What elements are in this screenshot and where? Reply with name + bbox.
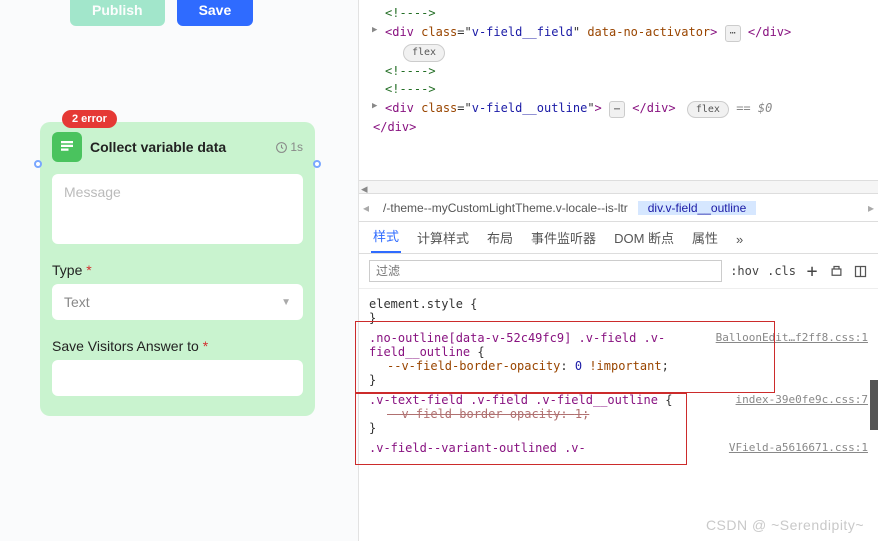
save-answer-label: Save Visitors Answer to xyxy=(52,338,199,354)
flex-chip-2[interactable]: flex xyxy=(687,101,729,119)
close-brace: } xyxy=(369,311,376,325)
dom-node-field[interactable]: <div class="v-field__field" data-no-acti… xyxy=(369,23,878,43)
save-label: Save xyxy=(199,2,232,18)
port-left[interactable] xyxy=(34,160,42,168)
rule1-prop[interactable]: --v-field-border-opacity xyxy=(387,359,560,373)
chevron-down-icon: ▼ xyxy=(281,297,291,308)
collect-data-icon xyxy=(52,132,82,162)
top-buttons: Publish Save xyxy=(0,0,358,32)
tab-properties[interactable]: 属性 xyxy=(690,222,720,253)
save-button[interactable]: Save xyxy=(177,0,254,26)
scrollbar-thumb[interactable] xyxy=(870,380,878,430)
hov-toggle[interactable]: :hov xyxy=(730,264,759,278)
tab-listeners[interactable]: 事件监听器 xyxy=(529,222,598,253)
publish-label: Publish xyxy=(92,2,143,18)
rule3-source[interactable]: VField-a5616671.css:1 xyxy=(729,441,868,454)
close-brace-3: } xyxy=(369,421,376,435)
rule1-source[interactable]: BalloonEdit…f2ff8.css:1 xyxy=(716,331,868,344)
device-panel-icon[interactable] xyxy=(852,263,868,279)
cls-toggle[interactable]: .cls xyxy=(767,264,796,278)
new-rule-icon[interactable]: + xyxy=(804,263,820,279)
horizontal-scrollbar[interactable]: ◂ xyxy=(359,180,878,194)
save-answer-label-row: Save Visitors Answer to * xyxy=(52,338,303,354)
type-label: Type xyxy=(52,262,82,278)
rule-variant-outlined[interactable]: VField-a5616671.css:1 .v-field--variant-… xyxy=(369,439,868,459)
dom-close-div: </div> xyxy=(373,120,416,134)
rule-no-outline[interactable]: BalloonEdit…f2ff8.css:1 .no-outline[data… xyxy=(369,329,868,391)
rule2-prop[interactable]: --v-field-border-opacity xyxy=(387,407,560,421)
crumb-parent[interactable]: /-theme--myCustomLightTheme.v-locale--is… xyxy=(373,201,638,215)
flex-chip[interactable]: flex xyxy=(403,44,445,62)
card-header: Collect variable data 1s xyxy=(52,132,303,162)
type-label-row: Type * xyxy=(52,262,303,278)
card-title: Collect variable data xyxy=(90,139,267,155)
styles-filter-row: :hov .cls + xyxy=(359,254,878,289)
ellipsis-chip-2[interactable]: ⋯ xyxy=(609,101,625,119)
element-style-block[interactable]: element.style { } xyxy=(369,295,868,329)
dom-comment: <!----> xyxy=(385,6,436,20)
rule2-source[interactable]: index-39e0fe9c.css:7 xyxy=(736,393,868,406)
required-mark: * xyxy=(86,262,91,278)
rule-text-field[interactable]: index-39e0fe9c.css:7 .v-text-field .v-fi… xyxy=(369,391,868,439)
required-mark-2: * xyxy=(203,338,208,354)
dom-node-outline[interactable]: <div class="v-field__outline"> ⋯ </div> … xyxy=(369,99,878,119)
devtools-panel: <!----> <div class="v-field__field" data… xyxy=(358,0,878,541)
node-card-wrap: 2 error Collect variable data 1s Message… xyxy=(40,122,315,416)
crumb-selected[interactable]: div.v-field__outline xyxy=(638,201,757,215)
crumb-right-icon[interactable]: ▸ xyxy=(864,201,878,215)
node-card[interactable]: Collect variable data 1s Message Type * … xyxy=(40,122,315,416)
type-value: Text xyxy=(64,294,90,310)
watermark: CSDN @ ~Serendipity~ xyxy=(706,517,864,533)
clock-icon xyxy=(275,141,288,154)
port-right[interactable] xyxy=(313,160,321,168)
publish-button[interactable]: Publish xyxy=(70,0,165,26)
scroll-left-icon[interactable]: ◂ xyxy=(361,181,368,197)
message-field[interactable]: Message xyxy=(52,174,303,244)
crumb-left-icon[interactable]: ◂ xyxy=(359,201,373,215)
save-answer-input[interactable] xyxy=(52,360,303,396)
tabs-more-icon[interactable]: » xyxy=(734,226,745,253)
breadcrumb[interactable]: ◂ /-theme--myCustomLightTheme.v-locale--… xyxy=(359,194,878,222)
tab-styles[interactable]: 样式 xyxy=(371,220,401,253)
print-media-icon[interactable] xyxy=(828,263,844,279)
filter-input[interactable] xyxy=(369,260,722,282)
timing-value: 1s xyxy=(290,140,303,154)
styles-tabs: 样式 计算样式 布局 事件监听器 DOM 断点 属性 » xyxy=(359,222,878,254)
rule3-sel: .v-field--variant-outlined .v- xyxy=(369,441,586,455)
editor-canvas: Publish Save 2 error Collect variable da… xyxy=(0,0,358,541)
selected-marker: == $0 xyxy=(736,101,772,115)
tab-dom-breakpoints[interactable]: DOM 断点 xyxy=(612,222,676,253)
message-placeholder: Message xyxy=(64,184,121,200)
timing-indicator: 1s xyxy=(275,140,303,154)
dom-comment-3: <!----> xyxy=(385,82,436,96)
element-style-open: element.style { xyxy=(369,297,477,311)
error-badge: 2 error xyxy=(62,110,117,128)
dom-comment-2: <!----> xyxy=(385,64,436,78)
type-select[interactable]: Text ▼ xyxy=(52,284,303,320)
tab-computed[interactable]: 计算样式 xyxy=(415,222,471,253)
close-brace-2: } xyxy=(369,373,376,387)
dom-tree[interactable]: <!----> <div class="v-field__field" data… xyxy=(359,0,878,180)
ellipsis-chip[interactable]: ⋯ xyxy=(725,25,741,43)
styles-rules[interactable]: element.style { } BalloonEdit…f2ff8.css:… xyxy=(359,289,878,541)
tab-layout[interactable]: 布局 xyxy=(485,222,515,253)
